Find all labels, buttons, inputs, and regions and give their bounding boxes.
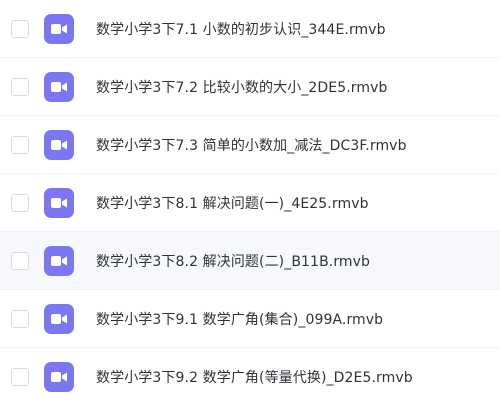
file-row[interactable]: 数学小学3下7.1 小数的初步认识_344E.rmvb (0, 0, 500, 58)
file-name[interactable]: 数学小学3下7.3 简单的小数加_减法_DC3F.rmvb (96, 135, 407, 155)
video-file-icon (44, 245, 74, 276)
row-checkbox[interactable] (11, 19, 29, 38)
video-file-icon (44, 187, 74, 218)
file-row[interactable]: 数学小学3下9.1 数学广角(集合)_099A.rmvb (0, 290, 500, 348)
row-checkbox[interactable] (11, 77, 29, 96)
video-file-icon (44, 129, 74, 160)
file-row[interactable]: 数学小学3下7.2 比较小数的大小_2DE5.rmvb (0, 58, 500, 116)
row-checkbox[interactable] (11, 368, 29, 386)
video-file-icon (44, 71, 74, 102)
file-name[interactable]: 数学小学3下8.1 解决问题(一)_4E25.rmvb (96, 193, 369, 213)
file-name[interactable]: 数学小学3下7.2 比较小数的大小_2DE5.rmvb (96, 77, 388, 97)
file-row[interactable]: 数学小学3下9.2 数学广角(等量代换)_D2E5.rmvb (0, 348, 500, 404)
file-row[interactable]: 数学小学3下7.3 简单的小数加_减法_DC3F.rmvb (0, 116, 500, 174)
video-file-icon (44, 362, 74, 392)
file-name[interactable]: 数学小学3下7.1 小数的初步认识_344E.rmvb (96, 19, 386, 39)
file-name[interactable]: 数学小学3下8.2 解决问题(二)_B11B.rmvb (96, 251, 370, 271)
file-row[interactable]: 数学小学3下8.1 解决问题(一)_4E25.rmvb (0, 174, 500, 232)
file-row-hovered[interactable]: 数学小学3下8.2 解决问题(二)_B11B.rmvb (0, 232, 500, 290)
file-name[interactable]: 数学小学3下9.2 数学广角(等量代换)_D2E5.rmvb (96, 367, 413, 387)
file-list: 数学小学3下7.1 小数的初步认识_344E.rmvb 数学小学3下7.2 比较… (0, 0, 500, 404)
row-checkbox[interactable] (11, 135, 29, 154)
video-file-icon (44, 13, 74, 44)
row-checkbox[interactable] (11, 309, 29, 328)
file-name[interactable]: 数学小学3下9.1 数学广角(集合)_099A.rmvb (96, 309, 383, 329)
video-file-icon (44, 303, 74, 334)
row-checkbox[interactable] (11, 193, 29, 212)
row-checkbox[interactable] (11, 251, 29, 270)
